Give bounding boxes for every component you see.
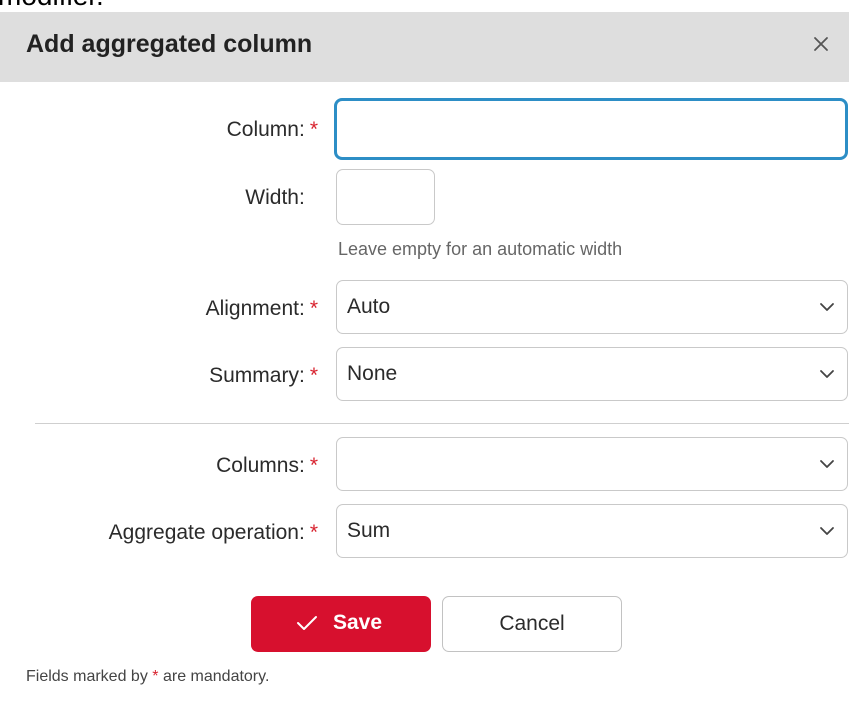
columns-select[interactable]	[336, 437, 848, 491]
cancel-button[interactable]: Cancel	[442, 596, 622, 652]
required-mark: *	[309, 118, 318, 141]
section-divider	[35, 423, 849, 424]
required-mark: *	[309, 297, 318, 320]
add-aggregated-column-dialog: Add aggregated column Column:* Width:* L…	[0, 12, 849, 722]
summary-select[interactable]: None	[336, 347, 848, 401]
dialog-title: Add aggregated column	[26, 30, 313, 58]
summary-value: None	[347, 362, 398, 385]
aggregate-operation-value: Sum	[347, 519, 391, 542]
width-input[interactable]	[336, 169, 435, 225]
background-text: modifier.	[0, 0, 849, 12]
save-button[interactable]: Save	[251, 596, 431, 652]
required-mark: *	[152, 668, 159, 685]
chevron-down-icon	[820, 303, 834, 311]
dialog-header: Add aggregated column	[0, 12, 849, 82]
check-icon	[297, 616, 317, 630]
summary-label: Summary: *	[209, 364, 318, 387]
close-icon	[814, 37, 828, 51]
chevron-down-icon	[820, 460, 834, 468]
background-text-label: modifier.	[0, 0, 104, 12]
chevron-down-icon	[820, 527, 834, 535]
required-mark: *	[309, 364, 318, 387]
close-button[interactable]	[809, 32, 833, 56]
required-mark: *	[309, 521, 318, 544]
chevron-down-icon	[820, 370, 834, 378]
mandatory-fields-note: Fields marked by * are mandatory.	[26, 668, 270, 685]
aggregate-operation-label: Aggregate operation: *	[108, 521, 318, 544]
cancel-button-label: Cancel	[499, 612, 565, 635]
columns-label: Columns: *	[216, 454, 318, 477]
column-label: Column: *	[226, 118, 318, 141]
alignment-value: Auto	[347, 295, 391, 318]
width-hint: Leave empty for an automatic width	[338, 239, 623, 259]
alignment-label: Alignment: *	[205, 297, 318, 320]
width-label: Width:*	[245, 186, 305, 209]
alignment-select[interactable]: Auto	[336, 280, 848, 334]
aggregate-operation-select[interactable]: Sum	[336, 504, 848, 558]
save-button-label: Save	[333, 611, 383, 634]
required-mark: *	[309, 454, 318, 477]
column-input[interactable]	[334, 98, 848, 160]
